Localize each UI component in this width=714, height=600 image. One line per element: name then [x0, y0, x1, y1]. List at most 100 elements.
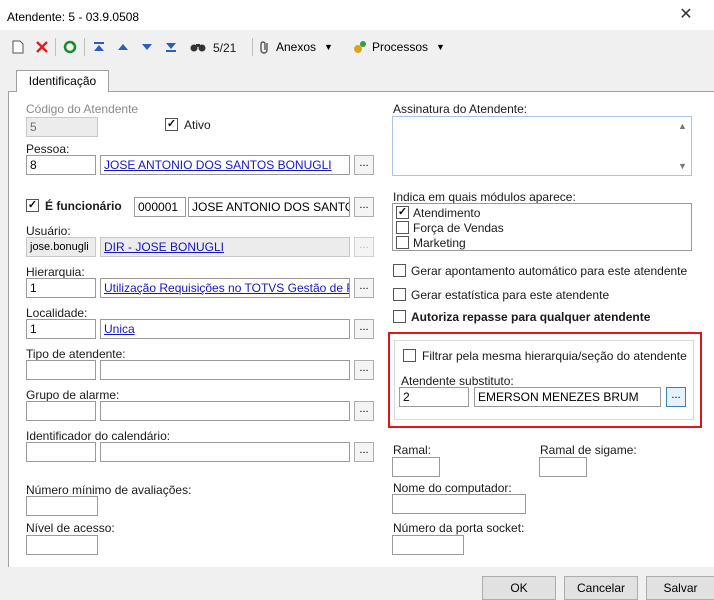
attachments-button[interactable]: Anexos ▼ [258, 36, 346, 58]
toolbar-separator [252, 38, 253, 56]
toolbar-separator [84, 38, 85, 56]
calendario-name-field[interactable] [100, 442, 350, 462]
arrow-up-icon [118, 44, 128, 50]
assinatura-label: Assinatura do Atendente: [393, 102, 528, 116]
window-title: Atendente: 5 - 03.9.0508 [7, 10, 140, 24]
autoriza-repasse-checkbox[interactable] [393, 310, 406, 323]
funcionario-checkbox[interactable] [26, 199, 39, 212]
grupo-alarme-lookup-button[interactable]: ... [354, 401, 374, 421]
binoculars-icon [190, 44, 206, 52]
hierarquia-name-field[interactable]: Utilização Requisições no TOTVS Gestão d… [100, 278, 350, 298]
codigo-label: Código do Atendente [26, 102, 139, 116]
modulo-forca-vendas-checkbox[interactable] [396, 221, 409, 234]
pessoa-name-field[interactable]: JOSE ANTONIO DOS SANTOS BONUGLI [100, 155, 350, 175]
attachments-label: Anexos [276, 40, 317, 54]
tab-identificacao[interactable]: Identificação [16, 70, 109, 92]
tipo-label: Tipo de atendente: [26, 347, 126, 361]
close-window-button[interactable]: ✕ [666, 4, 706, 26]
last-record-button[interactable] [161, 36, 181, 58]
localidade-label: Localidade: [26, 306, 88, 320]
substituto-name-field[interactable]: EMERSON MENEZES BRUM [474, 387, 661, 407]
substituto-lookup-button[interactable]: ... [666, 387, 686, 407]
ramal-sigame-field[interactable] [539, 457, 587, 477]
hierarquia-lookup-button[interactable]: ... [354, 278, 374, 298]
new-record-button[interactable] [8, 36, 28, 58]
computador-label: Nome do computador: [393, 481, 512, 495]
localidade-code-field[interactable]: 1 [26, 319, 96, 339]
porta-socket-field[interactable] [392, 535, 464, 555]
scroll-up-icon[interactable]: ▲ [678, 121, 687, 131]
filtrar-hierarquia-label: Filtrar pela mesma hierarquia/seção do a… [422, 349, 687, 363]
ok-button[interactable]: OK [482, 576, 556, 600]
processes-button[interactable]: Processos ▼ [352, 36, 452, 58]
delete-button[interactable] [32, 36, 52, 58]
assinatura-textarea[interactable] [392, 116, 692, 176]
funcionario-label: É funcionário [45, 199, 122, 213]
usuario-lookup-button: ... [354, 237, 374, 257]
computador-field[interactable] [392, 494, 526, 514]
ramal-label: Ramal: [393, 443, 432, 457]
first-record-button[interactable] [89, 36, 109, 58]
caret-down-icon: ▼ [436, 42, 445, 52]
calendario-lookup-button[interactable]: ... [354, 442, 374, 462]
save-button[interactable]: Salvar [646, 576, 714, 600]
processes-gear-icon [354, 41, 366, 53]
gerar-apontamento-label: Gerar apontamento automático para este a… [411, 264, 688, 278]
usuario-login-field: jose.bonugli [26, 237, 96, 257]
processes-label: Processos [372, 40, 429, 54]
new-document-icon [12, 40, 24, 54]
modulo-atendimento-checkbox[interactable] [396, 206, 409, 219]
calendario-label: Identificador do calendário: [26, 429, 171, 443]
cancel-button[interactable]: Cancelar [564, 576, 638, 600]
modulos-label: Indica em quais módulos aparece: [393, 190, 576, 204]
usuario-label: Usuário: [26, 224, 71, 238]
search-record-button[interactable] [188, 36, 208, 58]
hierarquia-code-field[interactable]: 1 [26, 278, 96, 298]
min-avaliacoes-field[interactable] [26, 496, 98, 516]
funcionario-code-field[interactable]: 000001 [134, 197, 186, 217]
funcionario-lookup-button[interactable]: ... [354, 197, 374, 217]
scroll-down-icon[interactable]: ▼ [678, 161, 687, 171]
record-counter: 5/21 [213, 41, 237, 55]
tipo-lookup-button[interactable]: ... [354, 360, 374, 380]
pessoa-label: Pessoa: [26, 142, 70, 156]
previous-record-button[interactable] [113, 36, 133, 58]
tipo-name-field[interactable] [100, 360, 350, 380]
gerar-apontamento-checkbox[interactable] [393, 264, 406, 277]
nivel-acesso-label: Nível de acesso: [26, 521, 115, 535]
next-record-button[interactable] [137, 36, 157, 58]
grupo-alarme-code-field[interactable] [26, 401, 96, 421]
substituto-label: Atendente substituto: [401, 374, 514, 388]
modulo-marketing-checkbox[interactable] [396, 236, 409, 249]
refresh-icon [63, 40, 77, 54]
gerar-estatistica-checkbox[interactable] [393, 288, 406, 301]
ativo-checkbox[interactable] [165, 118, 178, 131]
grupo-alarme-name-field[interactable] [100, 401, 350, 421]
filtrar-hierarquia-checkbox[interactable] [403, 349, 416, 362]
localidade-name-field[interactable]: Unica [100, 319, 350, 339]
first-record-icon [94, 42, 104, 51]
codigo-field: 5 [26, 117, 98, 137]
tipo-code-field[interactable] [26, 360, 96, 380]
caret-down-icon: ▼ [324, 42, 333, 52]
porta-socket-label: Número da porta socket: [393, 521, 525, 535]
pessoa-lookup-button[interactable]: ... [354, 155, 374, 175]
modulo-forca-vendas-label: Força de Vendas [413, 221, 504, 235]
calendario-code-field[interactable] [26, 442, 96, 462]
nivel-acesso-field[interactable] [26, 535, 98, 555]
localidade-lookup-button[interactable]: ... [354, 319, 374, 339]
ativo-label: Ativo [184, 118, 211, 132]
hierarquia-label: Hierarquia: [26, 265, 85, 279]
substituto-code-field[interactable]: 2 [399, 387, 469, 407]
arrow-down-icon [142, 44, 152, 50]
funcionario-name-field[interactable]: JOSE ANTONIO DOS SANTOS [188, 197, 350, 217]
title-bar: Atendente: 5 - 03.9.0508 ✕ [0, 0, 714, 30]
usuario-name-field: DIR - JOSE BONUGLI [100, 237, 350, 257]
toolbar-separator [55, 38, 56, 56]
pessoa-code-field[interactable]: 8 [26, 155, 96, 175]
modulo-atendimento-label: Atendimento [413, 206, 481, 220]
refresh-button[interactable] [60, 36, 80, 58]
min-avaliacoes-label: Número mínimo de avaliações: [26, 483, 192, 497]
autoriza-repasse-label: Autoriza repasse para qualquer atendente [411, 310, 651, 324]
ramal-field[interactable] [392, 457, 440, 477]
